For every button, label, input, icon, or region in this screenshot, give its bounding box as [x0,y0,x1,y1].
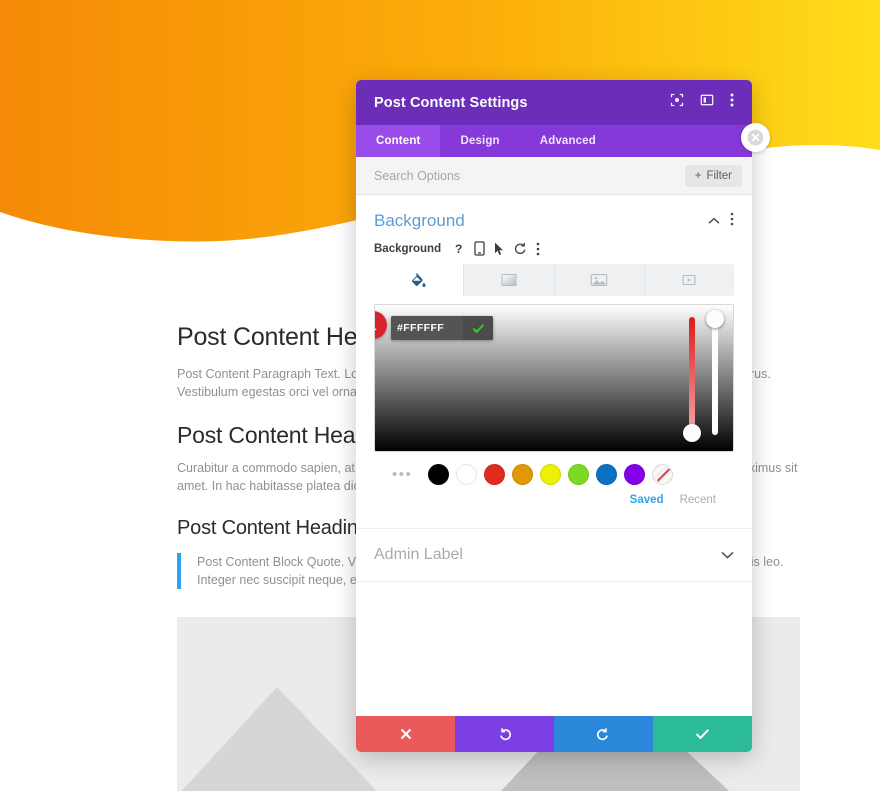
swatch-white[interactable] [456,464,478,485]
help-icon[interactable]: ? [452,242,465,255]
undo-icon [500,727,512,740]
redo-icon [596,727,608,740]
hue-slider-knob[interactable] [683,424,701,442]
background-option-label: Background [374,242,442,255]
chevron-down-icon[interactable] [721,546,734,564]
alpha-slider-track [712,317,718,435]
image-icon [590,274,608,286]
section-more-vertical-icon[interactable] [730,212,734,231]
more-vertical-icon[interactable] [730,92,734,113]
saturation-value-area[interactable]: 1 [374,304,734,452]
bg-tab-video[interactable] [645,264,734,296]
background-option-row: Background ? [356,239,752,264]
hue-slider-track [689,317,695,435]
cancel-button[interactable] [356,716,455,752]
hex-color-input[interactable] [391,316,463,340]
bg-tab-gradient[interactable] [464,264,555,296]
layout-panel-icon[interactable] [700,93,714,112]
close-modal-fab[interactable] [741,123,770,152]
chevron-up-icon[interactable] [708,212,720,230]
hex-input-group [391,316,493,340]
swatch-orange[interactable] [512,464,534,485]
close-circle-icon [747,129,764,146]
color-swatch-row: ••• [374,452,734,485]
section-actions [708,212,734,231]
check-icon [695,729,710,740]
search-input[interactable] [374,168,685,183]
reset-icon[interactable] [514,242,527,255]
swatch-blue[interactable] [596,464,618,485]
focus-icon[interactable] [670,93,684,112]
ellipsis-icon[interactable]: ••• [392,466,412,483]
bg-tab-image[interactable] [555,264,645,296]
video-icon [682,274,696,286]
color-picker: 1 [374,304,734,506]
paint-bucket-icon [412,272,426,287]
recent-link[interactable]: Recent [680,494,716,506]
section-title: Background [374,211,465,230]
post-content-settings-modal: Post Content Settings Content Design Adv… [356,80,752,752]
swatch-black[interactable] [428,464,450,485]
hue-slider[interactable] [683,317,701,442]
close-icon [400,728,411,740]
hex-confirm-button[interactable] [463,316,493,340]
modal-body: Background Background ? #FFFFFF ••• Save… [356,195,752,716]
alpha-slider-knob[interactable] [706,310,724,328]
alpha-slider[interactable] [706,310,724,435]
bg-tab-color[interactable] [374,264,465,296]
swatch-transparent[interactable] [652,464,674,485]
tab-advanced[interactable]: Advanced [520,125,616,157]
admin-label-text: Admin Label [374,546,463,563]
redo-button[interactable] [554,716,653,752]
swatch-yellow[interactable] [540,464,562,485]
plus-icon: + [694,169,702,182]
tab-design[interactable]: Design [440,125,519,157]
modal-header: Post Content Settings [356,80,752,125]
search-bar: + Filter [356,157,752,195]
background-section-header: Background [356,195,752,239]
modal-tabs: Content Design Advanced [356,125,752,157]
undo-button[interactable] [455,716,554,752]
step-badge-1: 1 [375,311,387,339]
save-button[interactable] [653,716,752,752]
check-icon [472,323,484,333]
responsive-mobile-icon[interactable] [474,241,485,256]
swatch-purple[interactable] [624,464,646,485]
option-more-vertical-icon[interactable] [536,242,540,256]
swatch-links: Saved Recent [374,485,734,506]
filter-button[interactable]: + Filter [684,164,742,187]
hover-cursor-icon[interactable] [494,242,505,256]
background-type-tabs [374,264,734,296]
svg-text:?: ? [455,242,462,255]
modal-footer [356,716,752,752]
screen: Post Content Heading 1 Post Content Para… [0,0,880,791]
modal-header-actions [670,92,734,113]
tab-content[interactable]: Content [356,125,441,157]
swatch-red[interactable] [484,464,506,485]
filter-label: Filter [706,169,732,182]
admin-label-row[interactable]: Admin Label [356,528,752,582]
modal-title: Post Content Settings [374,94,528,111]
gradient-icon [501,274,517,286]
swatch-green[interactable] [568,464,590,485]
picker-sliders [683,310,724,442]
saved-link[interactable]: Saved [630,494,664,506]
